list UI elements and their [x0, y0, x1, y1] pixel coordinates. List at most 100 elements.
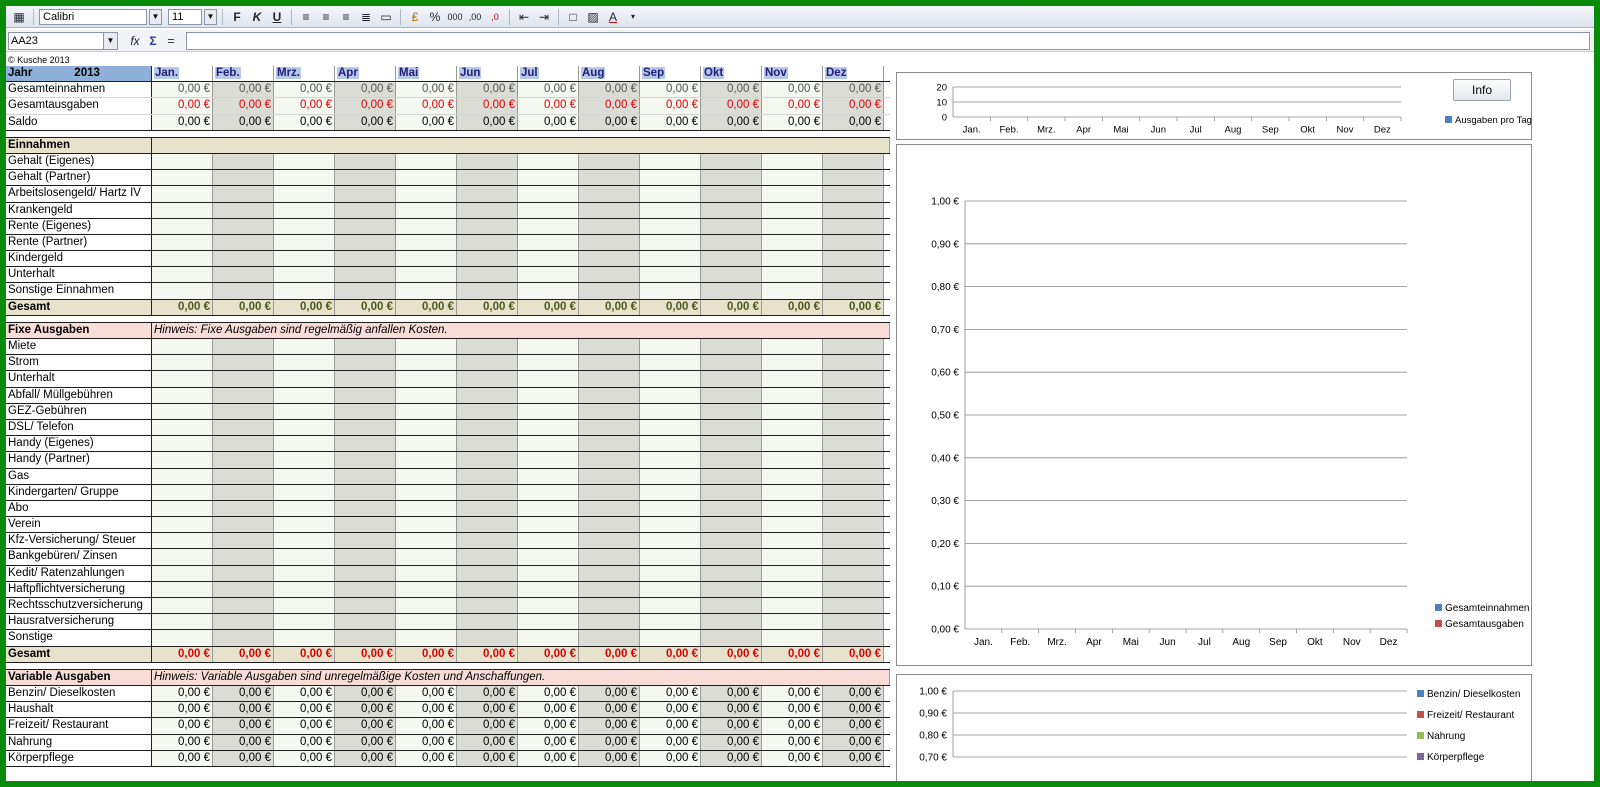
cell-okt[interactable]: 0,00 €: [701, 646, 762, 662]
font-color-icon[interactable]: A: [604, 8, 622, 26]
cell-jul[interactable]: 0,00 €: [518, 734, 579, 750]
cell-jan[interactable]: [152, 403, 213, 419]
cell-nov[interactable]: [762, 500, 823, 517]
cell-dez[interactable]: [823, 202, 884, 218]
cell-jul[interactable]: [518, 452, 579, 468]
cell-aug[interactable]: [579, 202, 640, 218]
cell-jul[interactable]: [518, 533, 579, 549]
cell-nov[interactable]: 0,00 €: [762, 734, 823, 750]
cell-aug[interactable]: [579, 283, 640, 299]
cell-aug[interactable]: 0,00 €: [579, 114, 640, 130]
cell-jun[interactable]: [457, 452, 518, 468]
cell-jun[interactable]: [457, 549, 518, 565]
cell-aug[interactable]: 0,00 €: [579, 702, 640, 718]
cell-jul[interactable]: [518, 403, 579, 419]
cell-nov[interactable]: [762, 436, 823, 452]
cell-okt[interactable]: [701, 153, 762, 170]
cell-okt[interactable]: [701, 218, 762, 234]
cell-sep[interactable]: 0,00 €: [640, 685, 701, 702]
cell-jun[interactable]: [457, 202, 518, 218]
cell-mrz[interactable]: [274, 283, 335, 299]
cell-okt[interactable]: [701, 517, 762, 533]
cell-jun[interactable]: [457, 218, 518, 234]
cell-aug[interactable]: [579, 419, 640, 436]
cell-nov[interactable]: [762, 153, 823, 170]
cell-aug[interactable]: [579, 267, 640, 283]
cell-apr[interactable]: [335, 468, 396, 484]
align-center-icon[interactable]: ≡: [317, 8, 335, 26]
cell-mai[interactable]: [396, 371, 457, 387]
cell-jan[interactable]: [152, 419, 213, 436]
cell-apr[interactable]: [335, 452, 396, 468]
cell-aug[interactable]: [579, 186, 640, 202]
cell-jan[interactable]: [152, 234, 213, 251]
align-right-icon[interactable]: ≡: [337, 8, 355, 26]
month-header-mrz[interactable]: Mrz.: [274, 66, 335, 82]
cell-apr[interactable]: [335, 339, 396, 355]
cell-mai[interactable]: [396, 387, 457, 403]
cell-sep[interactable]: [640, 234, 701, 251]
cell-mai[interactable]: [396, 533, 457, 549]
cell-sep[interactable]: 0,00 €: [640, 98, 701, 114]
cell-aug[interactable]: 0,00 €: [579, 685, 640, 702]
cell-jan[interactable]: [152, 598, 213, 614]
cell-nov[interactable]: [762, 565, 823, 581]
cell-apr[interactable]: 0,00 €: [335, 299, 396, 315]
cell-mrz[interactable]: [274, 517, 335, 533]
cell-aug[interactable]: [579, 565, 640, 581]
cell-nov[interactable]: [762, 251, 823, 267]
cell-feb[interactable]: [213, 533, 274, 549]
cell-jul[interactable]: [518, 484, 579, 500]
cell-mai[interactable]: [396, 484, 457, 500]
cell-dez[interactable]: [823, 267, 884, 283]
cell-aug[interactable]: [579, 549, 640, 565]
cell-jun[interactable]: [457, 170, 518, 186]
cell-sep[interactable]: [640, 403, 701, 419]
cell-feb[interactable]: [213, 452, 274, 468]
cell-mrz[interactable]: 0,00 €: [274, 299, 335, 315]
cell-mai[interactable]: [396, 267, 457, 283]
cell-jan[interactable]: [152, 267, 213, 283]
cell-jan[interactable]: [152, 484, 213, 500]
cell-apr[interactable]: 0,00 €: [335, 82, 396, 98]
cell-jun[interactable]: [457, 234, 518, 251]
cell-jul[interactable]: [518, 218, 579, 234]
cell-dez[interactable]: [823, 468, 884, 484]
cell-jun[interactable]: [457, 186, 518, 202]
cell-jan[interactable]: [152, 170, 213, 186]
cell-feb[interactable]: [213, 387, 274, 403]
cell-mai[interactable]: [396, 549, 457, 565]
month-header-aug[interactable]: Aug: [579, 66, 640, 82]
cell-jul[interactable]: [518, 549, 579, 565]
cell-feb[interactable]: 0,00 €: [213, 750, 274, 766]
equals-icon[interactable]: =: [162, 32, 180, 50]
cell-sep[interactable]: 0,00 €: [640, 82, 701, 98]
cell-nov[interactable]: [762, 419, 823, 436]
cell-mai[interactable]: [396, 218, 457, 234]
cell-jan[interactable]: [152, 468, 213, 484]
cell-jul[interactable]: [518, 355, 579, 371]
cell-sep[interactable]: [640, 452, 701, 468]
cell-nov[interactable]: [762, 218, 823, 234]
cell-jan[interactable]: [152, 533, 213, 549]
cell-jan[interactable]: [152, 549, 213, 565]
cell-jun[interactable]: 0,00 €: [457, 299, 518, 315]
cell-jan[interactable]: 0,00 €: [152, 734, 213, 750]
cell-dez[interactable]: [823, 371, 884, 387]
cell-apr[interactable]: [335, 549, 396, 565]
cell-sep[interactable]: 0,00 €: [640, 646, 701, 662]
cell-nov[interactable]: [762, 614, 823, 630]
cell-jun[interactable]: [457, 419, 518, 436]
cell-aug[interactable]: [579, 598, 640, 614]
cell-feb[interactable]: [213, 614, 274, 630]
cell-sep[interactable]: [640, 153, 701, 170]
cell-mrz[interactable]: [274, 387, 335, 403]
cell-jun[interactable]: 0,00 €: [457, 750, 518, 766]
cell-okt[interactable]: 0,00 €: [701, 685, 762, 702]
cell-feb[interactable]: 0,00 €: [213, 734, 274, 750]
cell-dez[interactable]: [823, 500, 884, 517]
cell-feb[interactable]: [213, 218, 274, 234]
cell-sep[interactable]: [640, 436, 701, 452]
cell-okt[interactable]: 0,00 €: [701, 299, 762, 315]
cell-jun[interactable]: [457, 355, 518, 371]
